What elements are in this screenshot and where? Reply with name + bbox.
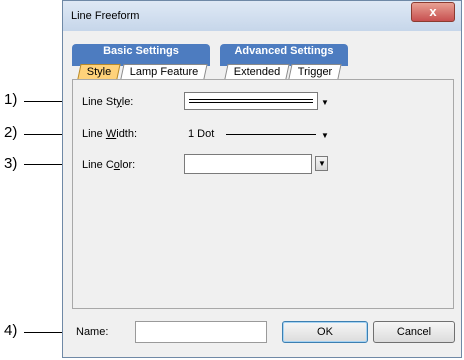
chevron-down-icon[interactable]: ▼ — [321, 131, 329, 140]
close-button[interactable]: x — [411, 2, 455, 22]
tab-basic-settings[interactable]: Basic Settings — [72, 44, 210, 66]
close-icon: x — [429, 4, 437, 19]
line-style-sample-2 — [189, 102, 313, 103]
line-width-label: Line Width: — [82, 128, 138, 140]
callout-2: 2) — [4, 124, 18, 141]
title-bar: Line Freeform x — [63, 1, 461, 31]
chevron-down-icon: ▼ — [318, 159, 326, 168]
cancel-button[interactable]: Cancel — [373, 321, 455, 343]
name-label: Name: — [76, 326, 109, 338]
dialog-title: Line Freeform — [71, 10, 140, 22]
name-input[interactable] — [135, 321, 267, 343]
line-color-swatch[interactable] — [184, 154, 312, 174]
line-color-dropdown-button[interactable]: ▼ — [315, 156, 328, 171]
subtab-trigger[interactable]: Trigger — [288, 64, 342, 79]
callout-1: 1) — [4, 91, 18, 108]
settings-panel — [72, 79, 454, 309]
subtab-lamp-feature[interactable]: Lamp Feature — [120, 64, 208, 79]
chevron-down-icon[interactable]: ▼ — [321, 98, 329, 107]
line-style-label: Line Style: — [82, 96, 134, 108]
callout-4: 4) — [4, 322, 18, 339]
line-style-sample — [189, 99, 313, 100]
subtab-style[interactable]: Style — [77, 64, 121, 79]
line-width-value: 1 Dot — [188, 128, 215, 140]
line-width-select[interactable]: 1 Dot — [184, 124, 332, 144]
line-color-label: Line Color: — [82, 159, 136, 171]
ok-button[interactable]: OK — [282, 321, 368, 343]
tab-advanced-settings[interactable]: Advanced Settings — [220, 44, 348, 66]
line-width-sample — [226, 134, 316, 135]
subtab-extended[interactable]: Extended — [224, 64, 290, 79]
callout-3: 3) — [4, 155, 18, 172]
line-style-select[interactable] — [184, 92, 318, 110]
